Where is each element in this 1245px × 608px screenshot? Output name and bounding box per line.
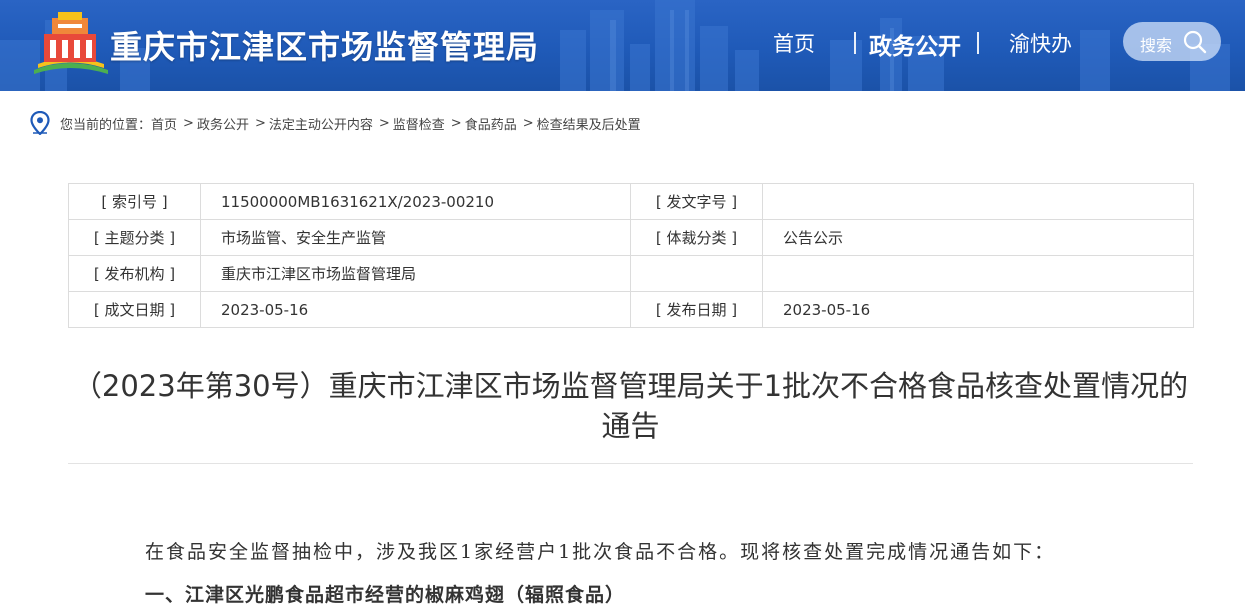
published-date-label: [ 发布日期 ] <box>630 291 763 328</box>
breadcrumb: 您当前的位置： 首页 > 政务公开 > 法定主动公开内容 > 监督检查 > 食品… <box>30 110 641 136</box>
breadcrumb-separator: > <box>450 115 462 131</box>
site-header: 重庆市江津区市场监督管理局 首页 政务公开 渝快办 搜索 <box>0 0 1245 91</box>
breadcrumb-food-drugs[interactable]: 食品药品 <box>465 114 517 133</box>
publisher-label: [ 发布机构 ] <box>68 255 201 292</box>
genre-label: [ 体裁分类 ] <box>630 219 763 256</box>
breadcrumb-government-affairs[interactable]: 政务公开 <box>197 114 249 133</box>
nav-divider <box>977 32 979 54</box>
created-date-label: [ 成文日期 ] <box>68 291 201 328</box>
nav-home[interactable]: 首页 <box>773 28 815 58</box>
index-label: [ 索引号 ] <box>68 183 201 220</box>
table-row: [ 索引号 ] 11500000MB1631621X/2023-00210 [ … <box>68 183 1194 220</box>
article-intro-paragraph: 在食品安全监督抽检中，涉及我区1家经营户1批次食品不合格。现将核查处置完成情况通… <box>145 541 1056 563</box>
breadcrumb-separator: > <box>183 115 194 131</box>
breadcrumb-separator: > <box>522 115 534 131</box>
breadcrumb-home[interactable]: 首页 <box>151 114 177 133</box>
publisher-value: 重庆市江津区市场监督管理局 <box>200 255 631 292</box>
topic-label: [ 主题分类 ] <box>68 219 201 256</box>
empty-cell <box>630 255 763 292</box>
breadcrumb-inspection-results[interactable]: 检查结果及后处置 <box>537 114 641 133</box>
breadcrumb-prefix: 您当前的位置： <box>60 117 152 133</box>
location-pin-icon <box>30 111 50 135</box>
breadcrumb-statutory-disclosure[interactable]: 法定主动公开内容 <box>269 114 373 133</box>
search-label: 搜索 <box>1140 36 1173 55</box>
doc-number-label: [ 发文字号 ] <box>630 183 763 220</box>
published-date-value: 2023-05-16 <box>762 291 1194 328</box>
doc-number-value <box>762 183 1194 220</box>
article-section-heading: 一、江津区光鹏食品超市经营的椒麻鸡翅（辐照食品） <box>145 584 626 606</box>
article-title: （2023年第30号）重庆市江津区市场监督管理局关于1批次不合格食品核查处置情况… <box>72 369 1189 443</box>
breadcrumb-separator: > <box>254 115 266 131</box>
topic-value: 市场监管、安全生产监管 <box>200 219 631 256</box>
table-row: [ 发布机构 ] 重庆市江津区市场监督管理局 <box>68 255 1194 292</box>
search-button[interactable]: 搜索 <box>1123 22 1221 61</box>
empty-cell <box>762 255 1194 292</box>
title-divider <box>68 463 1193 464</box>
nav-divider <box>854 32 856 54</box>
breadcrumb-supervision[interactable]: 监督检查 <box>393 114 445 133</box>
breadcrumb-separator: > <box>378 115 390 131</box>
nav-yukuaiban[interactable]: 渝快办 <box>1009 28 1072 58</box>
table-row: [ 主题分类 ] 市场监管、安全生产监管 [ 体裁分类 ] 公告公示 <box>68 219 1194 256</box>
created-date-value: 2023-05-16 <box>200 291 631 328</box>
search-icon <box>1183 30 1207 54</box>
nav-government-affairs[interactable]: 政务公开 <box>869 27 961 60</box>
document-meta-table: [ 索引号 ] 11500000MB1631621X/2023-00210 [ … <box>68 183 1194 328</box>
government-logo-icon[interactable] <box>28 12 112 78</box>
genre-value: 公告公示 <box>762 219 1194 256</box>
index-value: 11500000MB1631621X/2023-00210 <box>200 183 631 220</box>
table-row: [ 成文日期 ] 2023-05-16 [ 发布日期 ] 2023-05-16 <box>68 291 1194 328</box>
site-title[interactable]: 重庆市江津区市场监督管理局 <box>110 22 539 68</box>
